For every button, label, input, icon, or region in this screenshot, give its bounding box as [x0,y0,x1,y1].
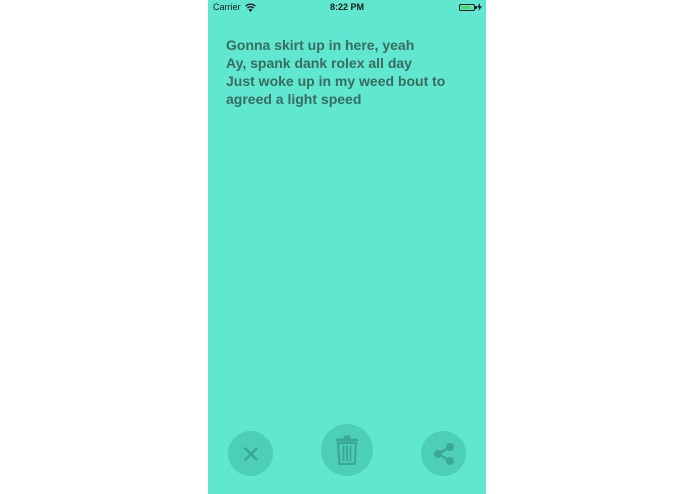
share-button[interactable] [421,431,466,476]
note-line: Just woke up in my weed bout to [226,73,446,89]
app-screen: Carrier 8:22 PM Gonna skirt up in here, [208,0,486,494]
battery-icon [459,3,477,11]
delete-button[interactable] [321,424,373,476]
status-time: 8:22 PM [329,2,364,12]
charging-bolt-icon [477,3,482,11]
trash-icon [335,435,359,465]
share-icon [432,442,456,466]
note-line: Gonna skirt up in here, yeah [226,37,415,53]
close-icon [243,446,259,462]
status-bar: Carrier 8:22 PM [208,0,486,14]
battery-indicator [459,3,482,11]
note-line: agreed a light speed [226,91,362,107]
note-line: Ay, spank dank rolex all day [226,55,412,71]
close-button[interactable] [228,431,273,476]
note-text[interactable]: Gonna skirt up in here, yeah Ay, spank d… [226,36,476,108]
battery-fill [461,5,472,9]
